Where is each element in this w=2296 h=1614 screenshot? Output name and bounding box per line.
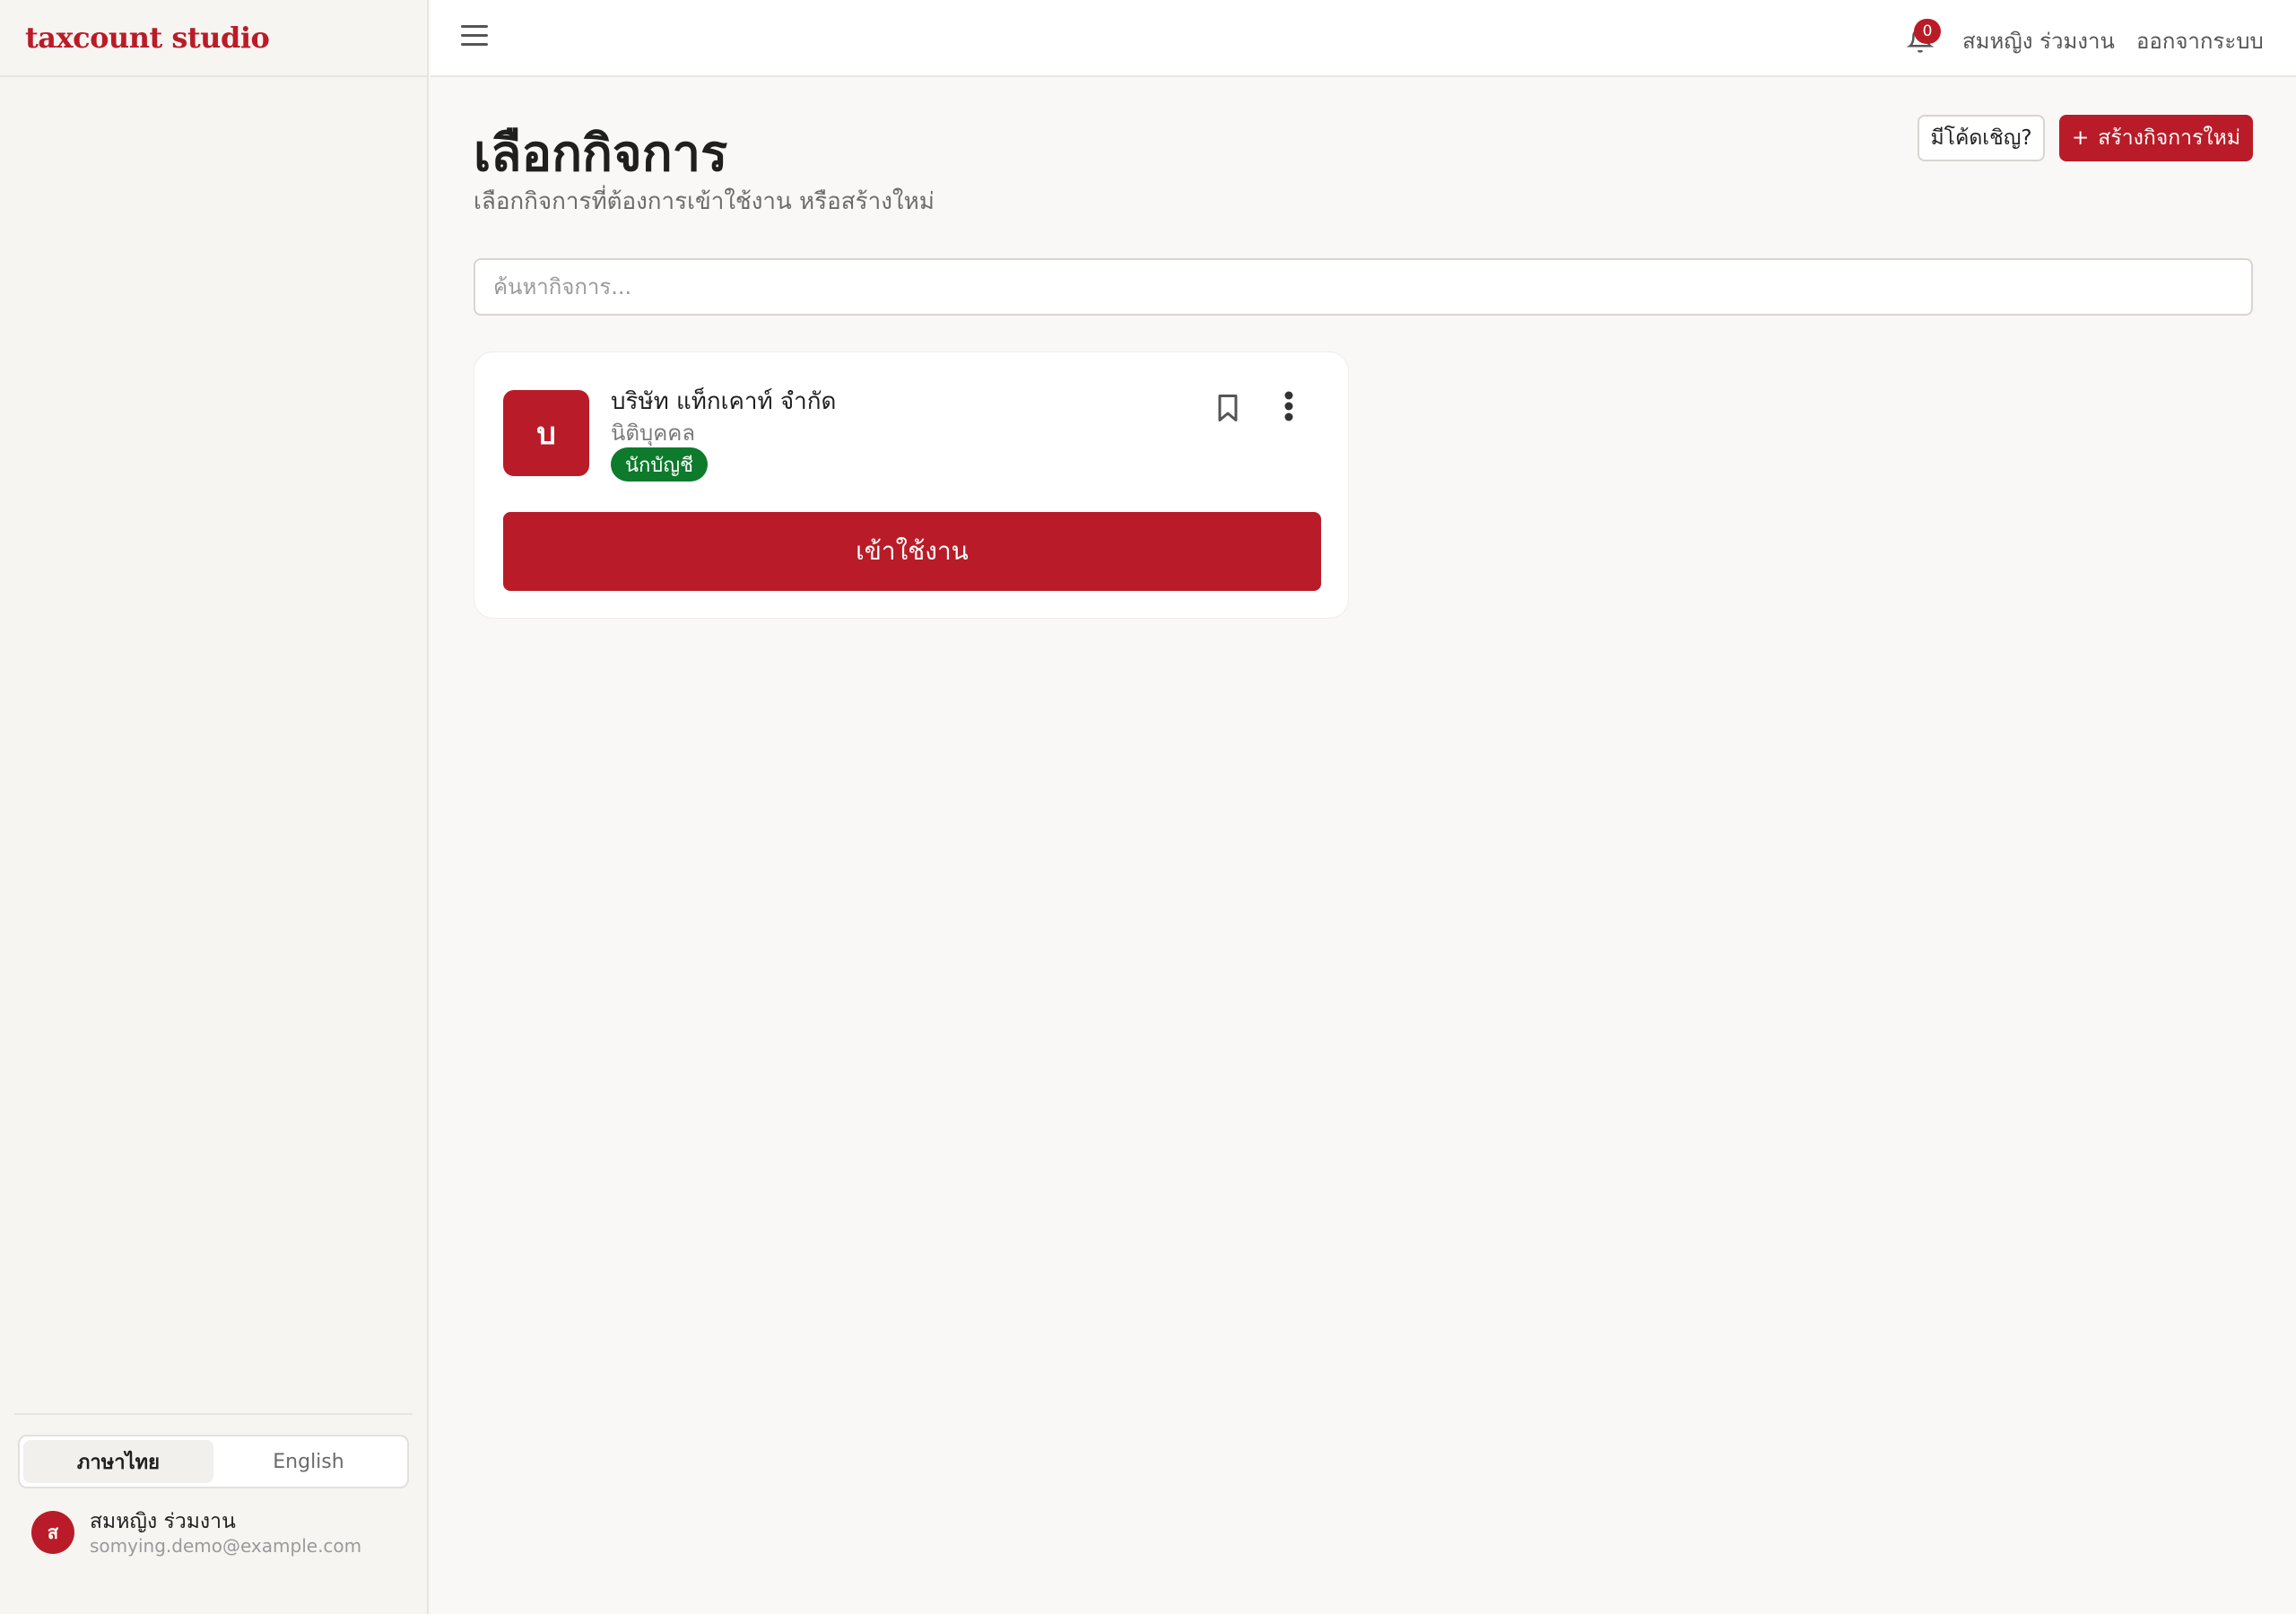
language-option-thai[interactable]: ภาษาไทย [23, 1440, 213, 1483]
user-name: สมหญิง ร่วมงาน [90, 1510, 236, 1533]
hamburger-menu-icon[interactable] [461, 25, 488, 52]
notification-badge: 0 [1914, 19, 1941, 44]
sidebar-user[interactable]: ส สมหญิง ร่วมงาน somying.demo@example.co… [14, 1508, 413, 1557]
page-title: เลือกกิจการ [474, 125, 728, 183]
invite-code-button[interactable]: มีโค้ดเชิญ? [1918, 115, 2045, 161]
page-subtitle: เลือกกิจการที่ต้องการเข้าใช้งาน หรือสร้า… [474, 188, 935, 215]
logout-link[interactable]: ออกจากระบบ [2136, 23, 2264, 58]
top-bar: 0 สมหญิง ร่วมงาน ออกจากระบบ [430, 0, 2296, 77]
business-card: บ บริษัท แท็กเคาท์ จำกัด นิติบุคคล นักบั… [474, 351, 1349, 619]
bookmark-icon[interactable] [1212, 390, 1244, 426]
brand-logo[interactable]: taxcount studio [0, 0, 427, 77]
top-user-name[interactable]: สมหญิง ร่วมงาน [1962, 23, 2115, 58]
enter-business-button[interactable]: เข้าใช้งาน [503, 512, 1321, 591]
create-business-button[interactable]: + สร้างกิจการใหม่ [2059, 115, 2253, 161]
more-vertical-icon[interactable] [1282, 390, 1296, 422]
business-avatar: บ [503, 390, 589, 476]
language-toggle: ภาษาไทย English [18, 1435, 409, 1488]
create-business-label: สร้างกิจการใหม่ [2098, 126, 2240, 150]
avatar: ส [31, 1511, 74, 1554]
business-type: นิติบุคคล [611, 421, 696, 446]
plus-icon: + [2072, 126, 2090, 150]
role-badge: นักบัญชี [611, 447, 709, 482]
sidebar-footer: ภาษาไทย English ส สมหญิง ร่วมงาน somying… [14, 1413, 413, 1557]
search-input[interactable] [474, 258, 2253, 316]
user-info: สมหญิง ร่วมงาน somying.demo@example.com [90, 1508, 361, 1557]
sidebar: taxcount studio ภาษาไทย English ส สมหญิง… [0, 0, 429, 1614]
language-option-english[interactable]: English [213, 1440, 404, 1483]
user-email: somying.demo@example.com [90, 1535, 362, 1557]
business-name: บริษัท แท็กเคาท์ จำกัด [611, 388, 837, 415]
